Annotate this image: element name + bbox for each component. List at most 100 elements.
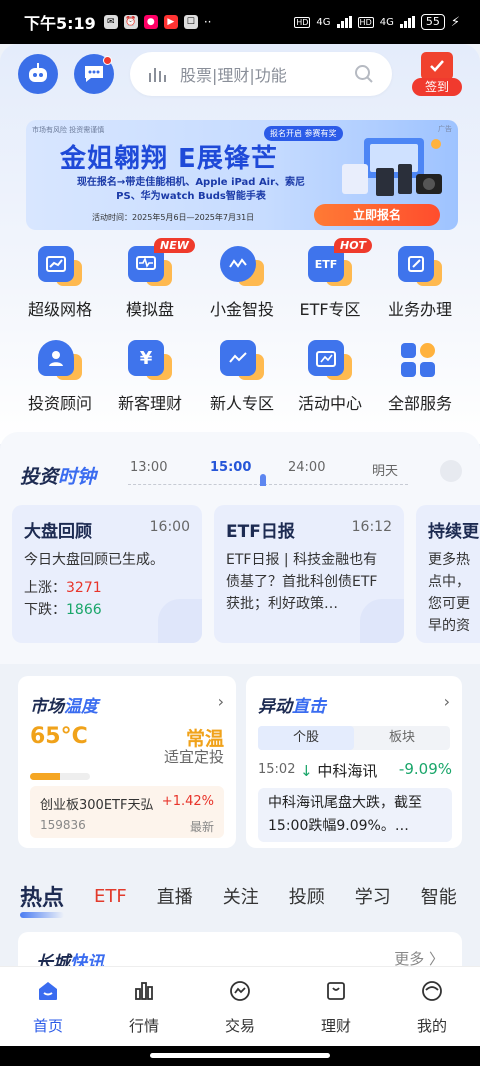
fund-recommendation[interactable]: 创业板300ETF天弘 +1.42% 159836 最新 [30,786,224,838]
yen-icon: ¥ [128,340,172,380]
more-dots-icon: ·· [203,15,212,29]
grid-item-business[interactable]: 业务办理 [372,246,468,320]
nav-home[interactable]: 首页 [0,967,96,1046]
alert-segment: 个股 板块 [258,726,450,750]
grid-item-super-grid[interactable]: 超级网格 [12,246,108,320]
tab-smart[interactable]: 智能 [421,883,457,909]
grid-chart-icon [38,246,82,286]
chart-bars-icon [149,68,166,82]
calendar-check-icon [421,52,453,80]
search-bar[interactable]: 股票|理财|功能 [130,52,392,96]
hot-badge: HOT [334,238,373,253]
tab-learn[interactable]: 学习 [355,883,391,909]
clock-card-continue[interactable]: 持续更 更多热点中，您可更早的资 [416,505,480,643]
robot-assistant-icon[interactable] [18,54,58,94]
chevron-right-icon: › [443,692,450,711]
risk-note: 市场有风险 投资需谨慎 [32,126,105,134]
market-icon [135,982,153,1000]
header: 股票|理财|功能 签到 [0,52,480,98]
tab-follow[interactable]: 关注 [223,883,259,909]
register-button[interactable]: 立即报名 [314,204,440,226]
market-temperature-card[interactable]: 市场温度 › 65°C 常温 适宜定投 创业板300ETF天弘 +1.42% 1… [18,676,236,848]
nav-market[interactable]: 行情 [96,967,192,1046]
grid-item-activity[interactable]: 活动中心 [282,340,378,414]
nav-trade[interactable]: 交易 [192,967,288,1046]
tab-live[interactable]: 直播 [157,883,193,909]
grid-item-smart-invest[interactable]: 小金智投 [194,246,290,320]
clock-card-market-review[interactable]: 大盘回顾 16:00 今日大盘回顾已生成。 上涨：3271 下跌：1866 [12,505,202,643]
message-icon: ✉ [103,15,118,29]
pie-decoration-icon [158,599,202,643]
market-widgets: 市场温度 › 65°C 常温 适宜定投 创业板300ETF天弘 +1.42% 1… [0,664,480,854]
edit-doc-icon [398,246,442,286]
timeline-tick-current: 15:00 [210,460,252,475]
signal-icon [336,16,352,28]
down-arrow-icon: ↓ [300,762,313,780]
trade-icon [230,981,250,1001]
timeline-tick: 13:00 [130,460,168,475]
prize-devices-illustration [342,138,442,196]
bottom-navigation: 首页 行情 交易 理财 我的 [0,966,480,1046]
hd-icon-2: HD [357,16,374,28]
banner-title: 金姐翱翔 E展锋芒 [60,144,278,174]
trend-card-icon [220,340,264,380]
up-count: 3271 [66,580,102,596]
hd-icon: HD [294,16,311,28]
status-bar: 下午5:19 ✉ ⏰ ● ▶ ☐ ·· HD 4G HD 4G 55 ⚡ [0,0,480,44]
home-indicator[interactable] [150,1053,330,1058]
signin-label: 签到 [412,78,462,96]
clock-card-etf-daily[interactable]: ETF日报 16:12 ETF日报 | 科技金融也有债基了？首批科创债ETF获批… [214,505,404,643]
nav-wealth[interactable]: 理财 [288,967,384,1046]
down-count: 1866 [66,602,102,618]
banner-subtitle: 现在报名→带走佳能相机、Apple iPad Air、索尼PS、华为watch … [76,177,306,202]
smart-invest-icon [220,246,264,286]
alert-description: 中科海讯尾盘大跌，截至15:00跌幅9.09%。… [258,788,452,842]
document-decoration-icon [360,599,404,643]
status-time: 下午5:19 [24,14,96,33]
apps-grid-icon [398,340,442,380]
activity-calendar-icon [308,340,352,380]
app-icon: ☐ [183,15,198,29]
promo-banner[interactable]: 市场有风险 投资需谨慎 广告 报名开启 参赛有奖 金姐翱翔 E展锋芒 现在报名→… [26,120,458,230]
signin-button[interactable]: 签到 [412,52,462,100]
clock-cards: 大盘回顾 16:00 今日大盘回顾已生成。 上涨：3271 下跌：1866 ET… [12,505,480,645]
status-notification-icons: ✉ ⏰ ● ▶ ☐ ·· [103,15,212,29]
tab-etf[interactable]: ETF [94,886,127,907]
video-icon: ▶ [163,15,178,29]
timeline[interactable]: 13:00 15:00 24:00 明天 [128,460,428,494]
alert-row[interactable]: 15:02 ↓ 中科海讯 -9.09% [258,760,452,780]
alarm-icon: ⏰ [123,15,138,29]
banner-date: 活动时间：2025年5月6日—2025年7月31日 [92,213,255,222]
grid-item-simulated[interactable]: NEW 模拟盘 [102,238,198,320]
grid-item-newcomer[interactable]: 新人专区 [194,340,290,414]
app-notification-icon: ● [143,15,158,29]
battery-icon: 55 [420,14,445,30]
network-label-1: 4G [316,16,331,28]
alerts-card[interactable]: 异动直击 › 个股 板块 15:02 ↓ 中科海讯 -9.09% 中科海讯尾盘大… [246,676,462,848]
charging-icon: ⚡ [450,14,460,30]
segment-stock[interactable]: 个股 [258,726,354,750]
unread-dot [103,56,112,65]
expand-icon[interactable] [440,460,462,482]
gesture-bar [0,1046,480,1066]
tab-hot[interactable]: 热点 [20,880,65,918]
search-icon [355,65,373,83]
temperature-advice: 适宜定投 [163,748,224,766]
chat-message-icon[interactable] [74,54,114,94]
timeline-axis [128,484,408,485]
segment-sector[interactable]: 板块 [354,726,450,750]
ad-tag: 广告 [438,125,452,133]
wealth-icon [327,982,345,1000]
timeline-tick: 明天 [372,464,399,479]
search-placeholder: 股票|理财|功能 [180,66,287,85]
network-label-2: 4G [379,16,394,28]
grid-item-new-wealth[interactable]: ¥ 新客理财 [102,340,198,414]
grid-item-etf-zone[interactable]: ETF HOT ETF专区 [282,238,378,320]
status-right: HD 4G HD 4G 55 ⚡ [294,14,460,30]
new-badge: NEW [154,238,195,253]
grid-item-all-services[interactable]: 全部服务 [372,340,468,414]
grid-item-advisor[interactable]: 投资顾问 [12,340,108,414]
tab-advisor[interactable]: 投顾 [289,883,325,909]
nav-profile[interactable]: 我的 [384,967,480,1046]
investment-clock-title: 投资时钟 [20,466,97,488]
